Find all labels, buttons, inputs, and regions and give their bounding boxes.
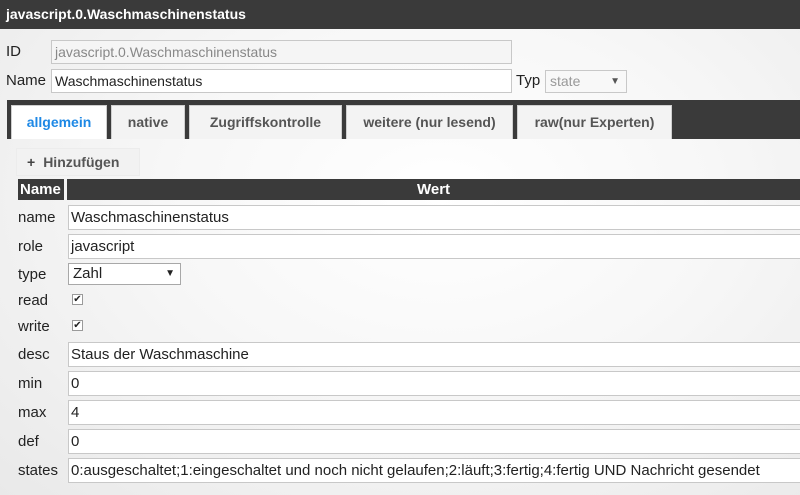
- id-label: ID: [6, 43, 21, 60]
- typ-label: Typ: [516, 72, 541, 89]
- desc-value-field[interactable]: Staus der Waschmaschine: [68, 342, 800, 367]
- row-label-desc: desc: [18, 346, 50, 363]
- row-label-states: states: [18, 462, 59, 479]
- type-select-value: Zahl: [73, 265, 103, 282]
- max-value-field[interactable]: 4: [68, 400, 800, 425]
- tab-bar: allgemein native Zugriffskontrolle weite…: [7, 100, 800, 139]
- row-label-type: type: [18, 266, 47, 283]
- typ-select-value: state: [550, 73, 581, 89]
- chevron-down-icon: ▼: [610, 76, 620, 87]
- typ-select[interactable]: state ▼: [545, 70, 627, 93]
- window-title: javascript.0.Waschmaschinenstatus: [0, 0, 800, 29]
- tab-allgemein[interactable]: allgemein: [11, 105, 107, 139]
- read-checkbox[interactable]: ✔: [72, 294, 83, 305]
- tab-weitere[interactable]: weitere (nur lesend): [346, 105, 513, 139]
- tab-raw[interactable]: raw(nur Experten): [517, 105, 672, 139]
- row-label-def: def: [18, 433, 39, 450]
- write-checkbox[interactable]: ✔: [72, 320, 83, 331]
- name-label: Name: [6, 72, 47, 89]
- min-value-field[interactable]: 0: [68, 371, 800, 396]
- tab-zugriffskontrolle[interactable]: Zugriffskontrolle: [189, 105, 342, 139]
- name-field[interactable]: Waschmaschinenstatus: [51, 69, 512, 93]
- states-value-field[interactable]: 0:ausgeschaltet;1:eingeschaltet und noch…: [68, 458, 800, 483]
- type-select[interactable]: Zahl ▼: [68, 263, 181, 285]
- column-header-value: Wert: [67, 179, 800, 200]
- row-label-read: read: [18, 292, 49, 309]
- role-value-field[interactable]: javascript: [68, 234, 800, 259]
- add-button[interactable]: + Hinzufügen: [16, 148, 140, 176]
- row-label-max: max: [18, 404, 47, 421]
- name-value-field[interactable]: Waschmaschinenstatus: [68, 205, 800, 230]
- row-label-role: role: [18, 238, 44, 255]
- row-label-name: name: [18, 209, 56, 226]
- def-value-field[interactable]: 0: [68, 429, 800, 454]
- column-header-name: Name: [18, 179, 64, 200]
- add-button-label: Hinzufügen: [43, 154, 120, 170]
- row-label-min: min: [18, 375, 43, 392]
- id-field[interactable]: javascript.0.Waschmaschinenstatus: [51, 40, 512, 64]
- plus-icon: +: [27, 154, 36, 170]
- chevron-down-icon: ▼: [165, 268, 175, 279]
- row-label-write: write: [18, 318, 50, 335]
- tab-native[interactable]: native: [111, 105, 185, 139]
